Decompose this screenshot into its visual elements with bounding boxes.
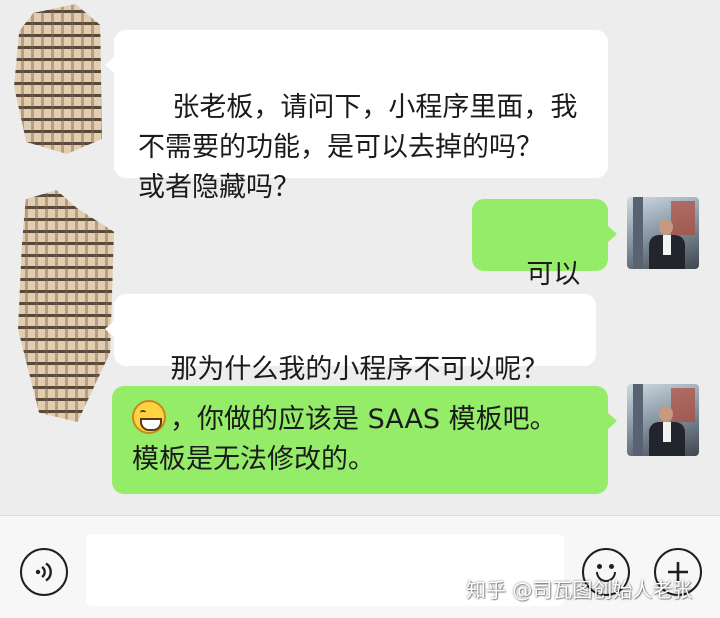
- avatar-photo-detail: [659, 406, 673, 422]
- my-avatar[interactable]: [627, 384, 699, 456]
- message-bubble-received[interactable]: 张老板，请问下，小程序里面，我 不需要的功能，是可以去掉的吗？ 或者隐藏吗？: [105, 30, 608, 203]
- chat-area: 张老板，请问下，小程序里面，我 不需要的功能，是可以去掉的吗？ 或者隐藏吗？ 可…: [0, 0, 720, 515]
- contact-avatar-blurred[interactable]: [18, 190, 114, 422]
- voice-icon[interactable]: [20, 548, 68, 596]
- message-bubble-sent[interactable]: ，你做的应该是 SAAS 模板吧。 模板是无法修改的。: [112, 386, 617, 494]
- smiley-eye: [597, 564, 602, 569]
- avatar-photo-detail: [633, 384, 643, 456]
- message-text: 张老板，请问下，小程序里面，我 不需要的功能，是可以去掉的吗？ 或者隐藏吗？: [138, 92, 578, 203]
- avatar-photo-detail: [663, 235, 671, 255]
- avatar-photo-detail: [663, 422, 671, 442]
- message-text: 那为什么我的小程序不可以呢？: [170, 354, 549, 385]
- voice-waves-icon: [35, 562, 52, 582]
- avatar-photo-detail: [659, 219, 673, 235]
- watermark: 知乎 @司瓦图创始人老张: [466, 578, 693, 602]
- my-avatar[interactable]: [627, 197, 699, 269]
- contact-avatar-blurred[interactable]: [14, 4, 102, 154]
- avatar-photo-detail: [671, 388, 695, 422]
- message-text: ，你做的应该是 SAAS 模板吧。 模板是无法修改的。: [132, 404, 557, 475]
- message-bubble-received[interactable]: 那为什么我的小程序不可以呢？: [105, 294, 596, 385]
- grinning-face-emoji-icon: [132, 400, 166, 434]
- smiley-eye: [609, 564, 614, 569]
- message-bubble-sent[interactable]: 可以啊: [472, 199, 617, 330]
- avatar-photo-detail: [671, 201, 695, 235]
- avatar-photo-detail: [633, 197, 643, 269]
